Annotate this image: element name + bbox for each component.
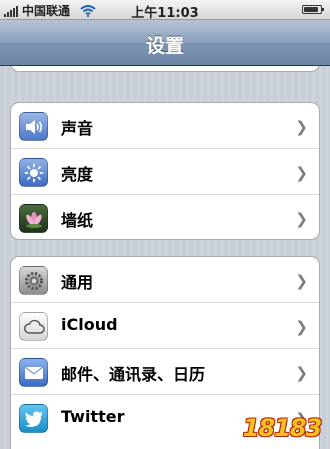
- chevron-right-icon: ❯: [295, 364, 308, 382]
- status-bar: 中国联通 上午11:03: [0, 0, 330, 21]
- settings-group-display: 声音 ❯ 亮度 ❯ 墙纸 ❯: [10, 102, 320, 240]
- chevron-right-icon: ❯: [295, 164, 308, 182]
- battery-fill: [304, 7, 318, 12]
- settings-item-sound[interactable]: 声音 ❯: [11, 103, 319, 149]
- brightness-icon: [19, 158, 48, 187]
- gear-icon: [19, 266, 48, 295]
- settings-list[interactable]: 声音 ❯ 亮度 ❯ 墙纸 ❯ 通用 ❯ iCloud ❯ 邮件、通讯录、日历 ❯…: [0, 66, 330, 449]
- settings-item-wallpaper[interactable]: 墙纸 ❯: [11, 195, 319, 239]
- settings-item-label: 墙纸: [61, 211, 94, 230]
- cloud-icon: [19, 312, 48, 341]
- chevron-right-icon: ❯: [295, 118, 308, 136]
- settings-item-brightness[interactable]: 亮度 ❯: [11, 149, 319, 195]
- chevron-right-icon: ❯: [295, 272, 308, 290]
- watermark-logo: 18183: [236, 408, 328, 448]
- speaker-icon: [19, 112, 48, 141]
- settings-item-icloud[interactable]: iCloud ❯: [11, 303, 319, 349]
- settings-item-label: 邮件、通讯录、日历: [61, 365, 206, 384]
- navigation-bar: 设置: [0, 20, 330, 66]
- status-time: 上午11:03: [131, 6, 199, 21]
- envelope-icon: [19, 358, 48, 387]
- settings-item-label: 通用: [61, 273, 94, 292]
- settings-item-label: iCloud: [61, 315, 118, 334]
- battery-icon: [302, 5, 324, 14]
- chevron-right-icon: ❯: [295, 318, 308, 336]
- wallpaper-icon: [19, 204, 48, 233]
- page-title: 设置: [145, 35, 184, 57]
- twitter-bird-icon: [19, 404, 48, 433]
- settings-item-mail-contacts-calendars[interactable]: 邮件、通讯录、日历 ❯: [11, 349, 319, 395]
- settings-item-label: Twitter: [61, 407, 125, 426]
- settings-item-general[interactable]: 通用 ❯: [11, 257, 319, 303]
- chevron-right-icon: ❯: [295, 210, 308, 228]
- settings-item-label: 声音: [61, 119, 94, 138]
- watermark-text: 18183: [242, 414, 322, 442]
- settings-item-label: 亮度: [61, 165, 94, 184]
- settings-group-previous: [10, 66, 320, 72]
